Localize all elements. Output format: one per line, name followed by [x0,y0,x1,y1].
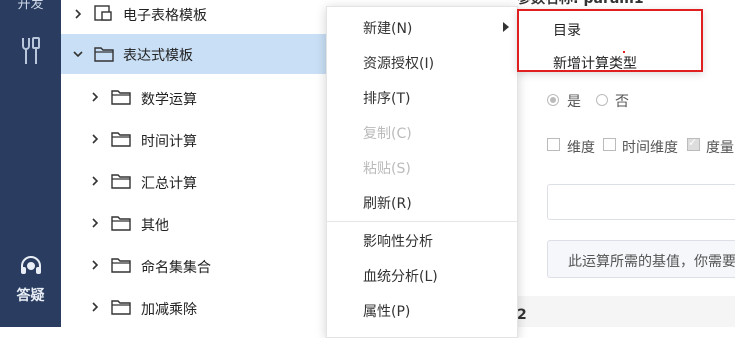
chevron-right-icon[interactable] [89,217,101,229]
tree-node-label: 加减乘除 [141,302,197,318]
tree-node-label: 表达式模板 [123,48,193,64]
menu-item-properties[interactable]: 属性(P) [327,293,517,328]
menu-item-impact-analysis[interactable]: 影响性分析 [327,223,517,258]
radio-no-label: 否 [615,94,629,110]
menu-item-label: 新建(N) [363,20,413,37]
menu-item-new[interactable]: 新建(N) [327,10,517,45]
submenu-item-directory[interactable]: 目录 [553,20,581,40]
tree-node-label: 时间计算 [141,134,197,150]
menu-item-label: 属性(P) [363,303,411,320]
folder-icon [111,174,131,189]
tree-node-other[interactable]: 其他 [61,205,326,245]
chevron-right-icon[interactable] [89,91,101,103]
menu-item-label: 刷新(R) [363,195,412,212]
menu-item-sort[interactable]: 排序(T) [327,80,517,115]
folder-icon [94,47,114,62]
checkbox-dimension-label: 维度 [567,140,595,156]
context-menu: 新建(N) 资源授权(I) 排序(T) 复制(C) 粘贴(S) 刷新(R) 影响… [326,6,518,338]
radio-yes-label: 是 [567,94,581,110]
tree-node-time-calculation[interactable]: 时间计算 [61,121,326,161]
menu-item-label: 复制(C) [363,125,412,142]
checkbox-time-dimension[interactable] [603,138,616,151]
rail-top-label[interactable]: 开发 [0,0,61,12]
menu-divider [327,221,517,222]
tree-node-label: 电子表格模板 [123,8,207,24]
expression-input[interactable] [547,184,735,220]
chevron-right-icon[interactable] [89,175,101,187]
menu-item-refresh[interactable]: 刷新(R) [327,185,517,220]
radio-yes[interactable] [547,94,559,106]
menu-item-resource-authorization[interactable]: 资源授权(I) [327,45,517,80]
template-tree: 电子表格模板 表达式模板 数学运算 时间计算 汇总计算 其他 命名集集合 加减乘… [61,0,326,327]
checkbox-dimension[interactable] [547,138,560,151]
tree-node-spreadsheet-template[interactable]: 电子表格模板 [61,0,326,34]
description-input[interactable]: 此运算所需的基值，你需要 [547,240,735,278]
chevron-down-icon[interactable] [72,48,84,60]
checkbox-time-dimension-label: 时间维度 [622,140,678,156]
param-name-heading: 参数名称: param1 [517,0,644,8]
section-index: 2 [517,307,527,323]
left-rail: 开发 答疑 [0,0,61,327]
chevron-right-icon[interactable] [72,8,84,20]
help-label: 答疑 [16,288,45,304]
folder-icon [111,216,131,231]
spreadsheet-template-icon [94,5,112,21]
menu-item-label: 血统分析(L) [363,268,438,285]
menu-item-label: 影响性分析 [363,233,433,250]
tree-node-math-operations[interactable]: 数学运算 [61,79,326,119]
menu-item-label: 排序(T) [363,90,411,107]
tree-node-expression-template[interactable]: 表达式模板 [61,34,326,74]
chevron-right-icon[interactable] [89,259,101,271]
tree-node-label: 汇总计算 [141,176,197,192]
folder-icon [111,258,131,273]
tree-node-arithmetic[interactable]: 加减乘除 [61,289,326,327]
tree-node-label: 命名集集合 [141,260,211,276]
menu-item-label: 粘贴(S) [363,160,411,177]
menu-item-lineage-analysis[interactable]: 血统分析(L) [327,258,517,293]
help-nav[interactable]: 答疑 [0,255,61,305]
red-marker-dot [623,51,625,53]
new-submenu: 目录 新增计算类型 [517,9,703,72]
folder-icon [111,300,131,315]
checkbox-measure[interactable] [687,136,700,151]
menu-item-copy[interactable]: 复制(C) [327,115,517,150]
headset-icon [0,255,61,281]
submenu-item-new-calculation-type[interactable]: 新增计算类型 [553,53,637,73]
tools-icon[interactable] [17,36,43,66]
radio-no[interactable] [596,94,608,106]
checkbox-measure-label: 度量 [706,140,734,156]
folder-icon [111,132,131,147]
chevron-right-icon[interactable] [89,133,101,145]
tree-node-summary-calculation[interactable]: 汇总计算 [61,163,326,203]
tree-node-label: 数学运算 [141,92,197,108]
menu-item-label: 资源授权(I) [363,55,435,72]
tree-node-named-set[interactable]: 命名集集合 [61,247,326,287]
folder-icon [111,90,131,105]
tree-node-label: 其他 [141,218,169,234]
section-band: 2 [517,296,735,327]
description-hint: 此运算所需的基值，你需要 [568,254,735,270]
caret-right-icon [503,22,509,32]
chevron-right-icon[interactable] [89,301,101,313]
menu-item-paste[interactable]: 粘贴(S) [327,150,517,185]
